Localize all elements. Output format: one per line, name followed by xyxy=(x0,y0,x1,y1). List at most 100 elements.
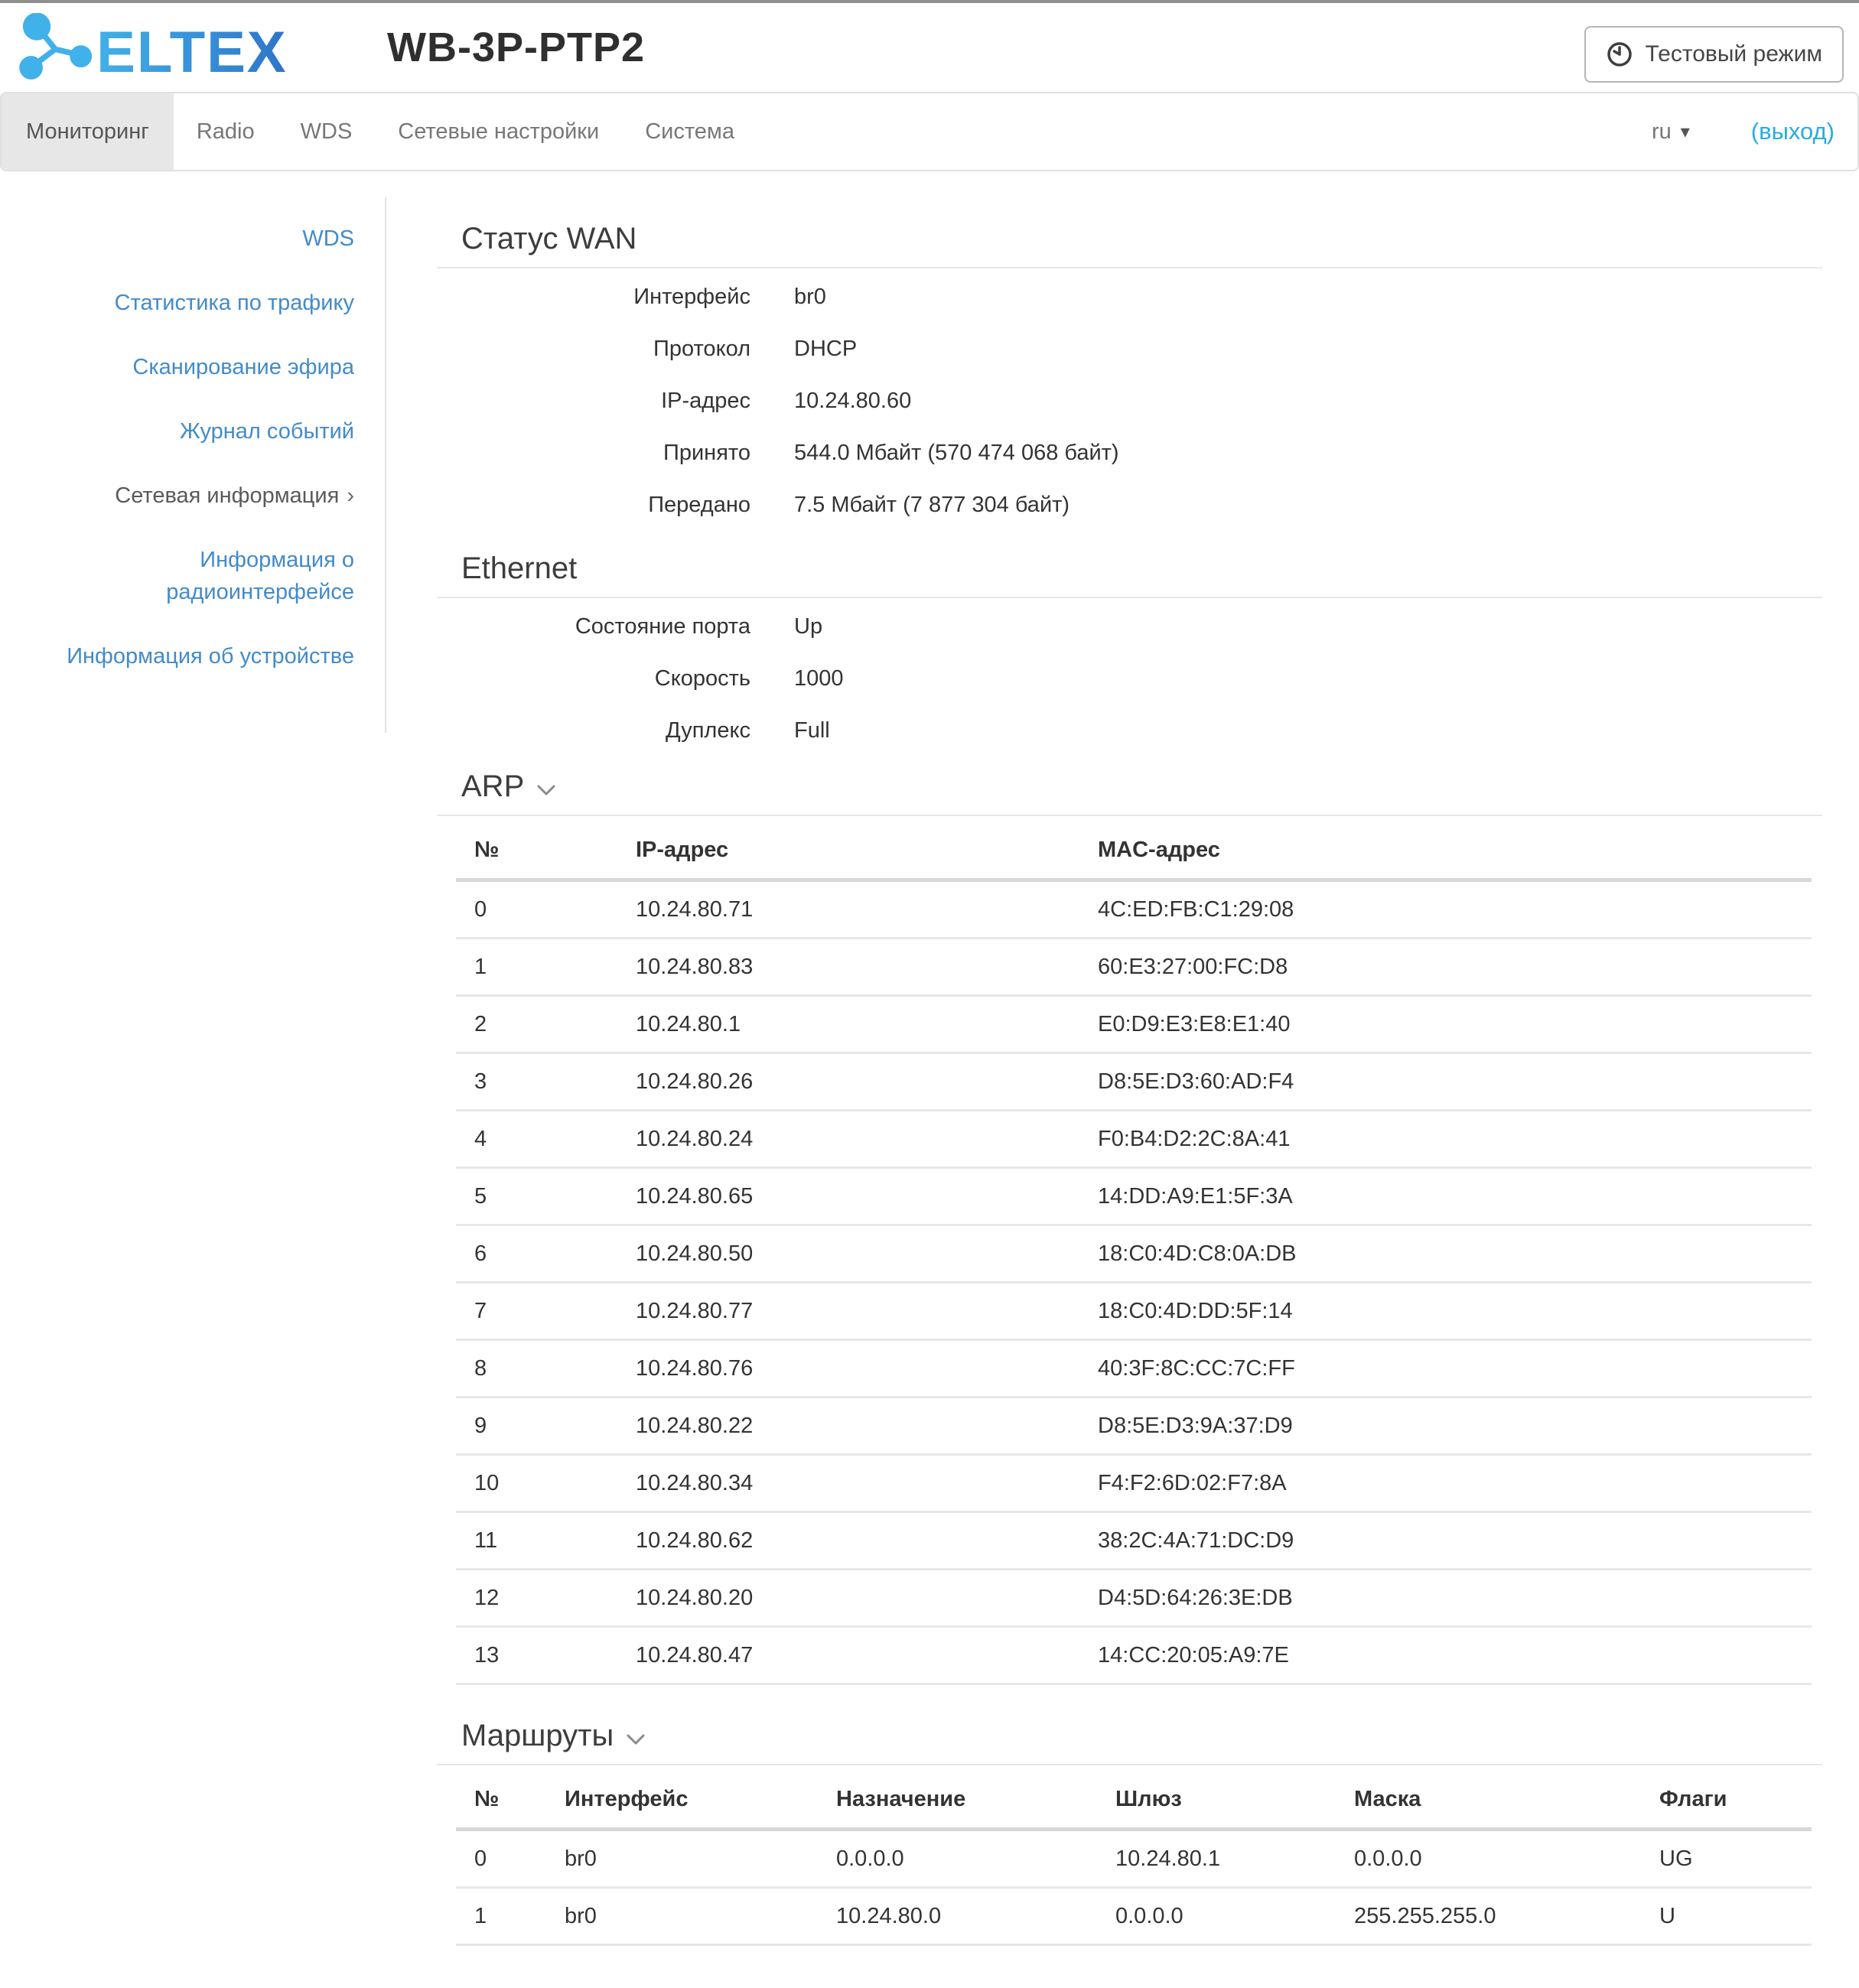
routes-heading[interactable]: Маршруты xyxy=(437,1719,1822,1765)
language-dropdown[interactable]: ru ▾ xyxy=(1644,119,1698,145)
sidebar: WDSСтатистика по трафикуСканирование эфи… xyxy=(0,197,386,733)
field-value: Up xyxy=(794,610,822,643)
field-value: Full xyxy=(794,714,830,747)
field-row: ПротоколDHCP xyxy=(437,333,1822,365)
navbar-tabs: МониторингRadioWDSСетевые настройкиСисте… xyxy=(2,93,757,170)
field-row: Состояние порта Up xyxy=(437,610,1822,643)
table-cell: 10.24.80.76 xyxy=(617,1340,1079,1397)
column-header: Флаги xyxy=(1641,1772,1812,1830)
table-cell: 10.24.80.65 xyxy=(617,1168,1079,1225)
routes-section: Маршруты №ИнтерфейсНазначениеШлюзМаскаФл… xyxy=(437,1719,1822,1946)
table-cell: 0.0.0.0 xyxy=(1097,1888,1336,1945)
ethernet-heading: Ethernet xyxy=(437,551,1822,598)
table-cell: 11 xyxy=(456,1512,617,1570)
field-value: 10.24.80.60 xyxy=(794,385,911,417)
field-label: Состояние порта xyxy=(437,610,750,643)
sidebar-item-radio-info[interactable]: Информация о радиоинтерфейсе xyxy=(0,528,385,624)
table-cell: 4C:ED:FB:C1:29:08 xyxy=(1079,880,1812,939)
table-cell: 10.24.80.26 xyxy=(617,1053,1079,1111)
field-row: Принято 544.0 Мбайт (570 474 068 байт) xyxy=(437,437,1822,469)
wan-status-section: Статус WAN Интерфейсbr0ПротоколDHCPIP-ад… xyxy=(437,222,1822,521)
sidebar-item-device-info[interactable]: Информация об устройстве xyxy=(0,624,385,688)
field-label: Скорость xyxy=(437,662,750,695)
navbar-right: ru ▾ (выход) xyxy=(1644,93,1857,170)
table-row: 1210.24.80.20D4:5D:64:26:3E:DB xyxy=(456,1570,1812,1627)
table-cell: 10.24.80.47 xyxy=(617,1627,1079,1684)
main-navbar: МониторингRadioWDSСетевые настройкиСисте… xyxy=(0,92,1859,171)
table-cell: UG xyxy=(1641,1830,1812,1888)
column-header: Шлюз xyxy=(1097,1772,1336,1830)
table-row: 310.24.80.26D8:5E:D3:60:AD:F4 xyxy=(456,1053,1812,1111)
arp-table-header: №IP-адресMAC-адрес xyxy=(456,822,1812,880)
tab-network-settings[interactable]: Сетевые настройки xyxy=(375,93,622,170)
table-row: 1310.24.80.4714:CC:20:05:A9:7E xyxy=(456,1627,1812,1684)
column-header: Маска xyxy=(1336,1772,1641,1830)
ethernet-fields: Состояние портаUpСкорость1000ДуплексFull xyxy=(437,610,1822,747)
table-cell: 18:C0:4D:DD:5F:14 xyxy=(1079,1283,1812,1340)
table-row: 810.24.80.7640:3F:8C:CC:7C:FF xyxy=(456,1340,1812,1397)
ethernet-section: Ethernet Состояние портаUpСкорость1000Ду… xyxy=(437,551,1822,747)
table-cell: 38:2C:4A:71:DC:D9 xyxy=(1079,1512,1812,1570)
table-cell: 10 xyxy=(456,1455,617,1512)
sidebar-item-wds[interactable]: WDS xyxy=(0,207,385,271)
routes-table-header: №ИнтерфейсНазначениеШлюзМаскаФлаги xyxy=(456,1772,1812,1830)
column-header: № xyxy=(456,822,617,880)
table-cell: 14:CC:20:05:A9:7E xyxy=(1079,1627,1812,1684)
column-header: MAC-адрес xyxy=(1079,822,1812,880)
routes-title: Маршруты xyxy=(461,1719,614,1753)
test-mode-button[interactable]: Тестовый режим xyxy=(1584,26,1844,83)
table-cell: 0.0.0.0 xyxy=(818,1830,1097,1888)
column-header: № xyxy=(456,1772,546,1830)
table-row: 010.24.80.714C:ED:FB:C1:29:08 xyxy=(456,880,1812,939)
table-cell: 6 xyxy=(456,1225,617,1283)
table-cell: D4:5D:64:26:3E:DB xyxy=(1079,1570,1812,1627)
chevron-down-icon xyxy=(626,1733,646,1746)
sidebar-item-event-log[interactable]: Журнал событий xyxy=(0,399,385,464)
field-label: IP-адрес xyxy=(437,385,750,417)
molecule-icon xyxy=(20,13,92,79)
table-row: 110.24.80.8360:E3:27:00:FC:D8 xyxy=(456,939,1812,996)
caret-down-icon: ▾ xyxy=(1681,121,1690,143)
tab-radio[interactable]: Radio xyxy=(174,93,278,170)
field-label: Принято xyxy=(437,437,750,469)
sidebar-item-traffic-stats[interactable]: Статистика по трафику xyxy=(0,271,385,335)
sidebar-item-air-scan[interactable]: Сканирование эфира xyxy=(0,335,385,399)
logout-link[interactable]: (выход) xyxy=(1751,118,1857,145)
tab-monitoring[interactable]: Мониторинг xyxy=(2,93,174,170)
field-row: Интерфейсbr0 xyxy=(437,281,1822,313)
field-value: 544.0 Мбайт (570 474 068 байт) xyxy=(794,437,1119,469)
table-cell: 0 xyxy=(456,1830,546,1888)
language-value: ru xyxy=(1652,119,1672,145)
table-cell: 0.0.0.0 xyxy=(1336,1830,1641,1888)
column-header: IP-адрес xyxy=(617,822,1079,880)
table-cell: 10.24.80.20 xyxy=(617,1570,1079,1627)
table-cell: 12 xyxy=(456,1570,617,1627)
content-area: WDSСтатистика по трафикуСканирование эфи… xyxy=(0,197,1859,1946)
table-header-row: №ИнтерфейсНазначениеШлюзМаскаФлаги xyxy=(456,1772,1812,1830)
table-row: 410.24.80.24F0:B4:D2:2C:8A:41 xyxy=(456,1111,1812,1168)
table-row: 510.24.80.6514:DD:A9:E1:5F:3A xyxy=(456,1168,1812,1225)
table-cell: 9 xyxy=(456,1397,617,1455)
table-row: 1br010.24.80.00.0.0.0255.255.255.0U xyxy=(456,1888,1812,1945)
table-cell: 10.24.80.1 xyxy=(617,996,1079,1053)
arp-heading[interactable]: ARP xyxy=(437,769,1822,816)
logo-wordmark: ELTEX xyxy=(96,20,287,82)
table-cell: D8:5E:D3:9A:37:D9 xyxy=(1079,1397,1812,1455)
ethernet-title: Ethernet xyxy=(461,551,577,586)
table-row: 0br00.0.0.010.24.80.10.0.0.0UG xyxy=(456,1830,1812,1888)
tab-system[interactable]: Система xyxy=(622,93,757,170)
table-row: 210.24.80.1E0:D9:E3:E8:E1:40 xyxy=(456,996,1812,1053)
eltex-logo: ELTEX xyxy=(17,13,301,82)
column-header: Интерфейс xyxy=(546,1772,818,1830)
column-header: Назначение xyxy=(818,1772,1097,1830)
table-cell: U xyxy=(1641,1888,1812,1945)
tab-wds[interactable]: WDS xyxy=(278,93,376,170)
table-header-row: №IP-адресMAC-адрес xyxy=(456,822,1812,880)
table-cell: 60:E3:27:00:FC:D8 xyxy=(1079,939,1812,996)
field-row: Скорость1000 xyxy=(437,662,1822,695)
arp-title: ARP xyxy=(461,769,524,804)
field-label: Передано xyxy=(437,489,750,521)
field-label: Интерфейс xyxy=(437,281,750,313)
field-value: DHCP xyxy=(794,333,857,365)
sidebar-item-network-info[interactable]: Сетевая информация› xyxy=(0,464,385,528)
